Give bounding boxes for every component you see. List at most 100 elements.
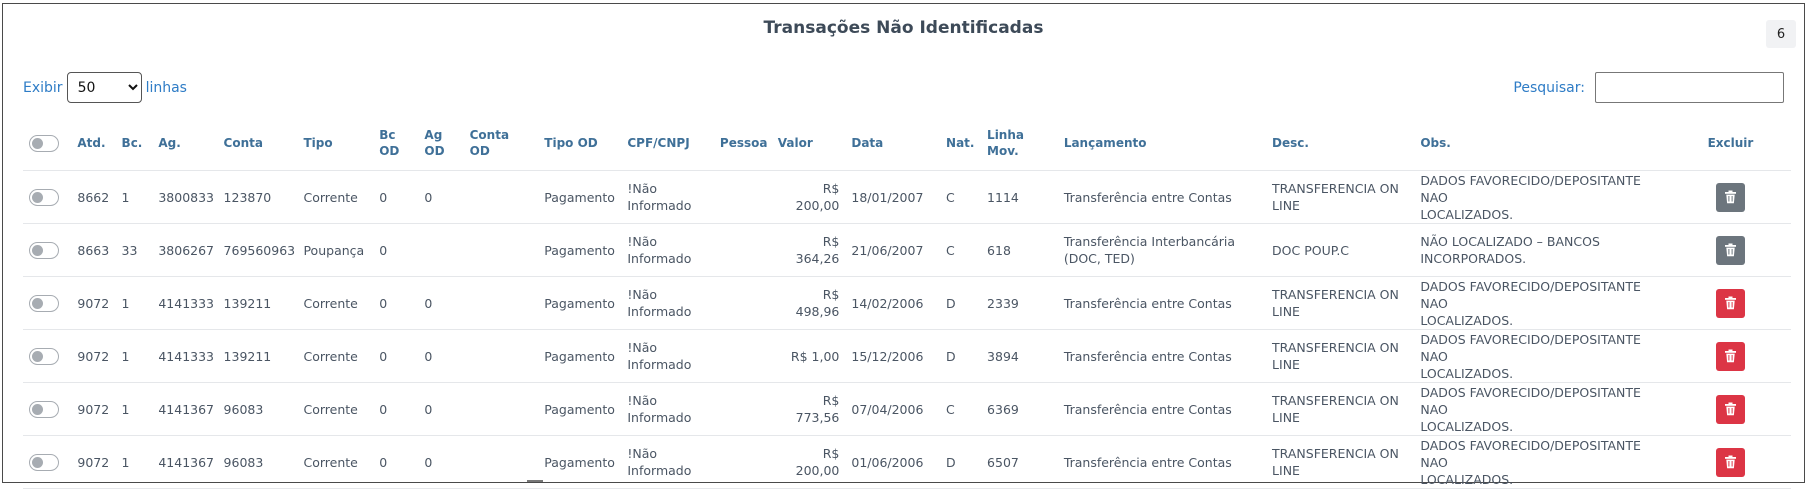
cell-lancamento: Transferência entre Contas [1057,170,1267,224]
cell-nat: D [940,329,982,383]
col-ag-od[interactable]: Ag OD [418,116,464,171]
rows-per-page-select[interactable]: 50 [66,72,142,103]
delete-button[interactable] [1715,447,1745,477]
toggle-switch-icon[interactable] [29,189,59,206]
cell-desc-line1: DOC POUP.C [1272,242,1350,258]
search-label: Pesquisar: [1513,79,1585,96]
toggle-switch-icon[interactable] [29,295,59,312]
cell-linha-mov: 2339 [981,276,1058,330]
cell-atd: 9072 [71,276,116,330]
cell-desc-line1: TRANSFERENCIA ON [1272,393,1399,408]
table-row: 8662 1 3800833 123870 Corrente 0 0 Pagamento !Nã… [23,170,1791,224]
cell-lancamento: Transferência entre Contas [1057,329,1267,383]
cell-obs-line1: NÃO LOCALIZADO – BANCOS [1420,234,1600,249]
cell-conta: 96083 [217,382,298,436]
cell-obs-line2: LOCALIZADOS. [1420,471,1514,487]
row-select-cell [23,382,72,436]
cell-nat: C [940,170,982,224]
col-tipo-od[interactable]: Tipo OD [538,116,622,171]
col-tipo[interactable]: Tipo [297,116,374,171]
cell-excluir [1669,170,1791,224]
cell-tipo-od: Pagamento [538,435,622,489]
cell-valor: R$ 364,26 [771,223,846,277]
row-select-cell [23,276,72,330]
col-bc-od[interactable]: Bc OD [373,116,419,171]
delete-button[interactable] [1715,288,1745,318]
cell-valor-line1: R$ [822,393,840,408]
delete-button[interactable] [1715,394,1745,424]
cell-valor-line1: R$ [822,446,840,461]
col-atd[interactable]: Atd. [71,116,116,171]
cell-cpf-cnpj: !Não Informado [621,329,714,383]
cell-tipo: Poupança [297,223,374,277]
cell-valor-line1: R$ [822,234,840,249]
toggle-switch-icon[interactable] [29,242,59,259]
cell-obs-line2: LOCALIZADOS. [1420,206,1514,222]
cell-bc: 1 [115,382,153,436]
cell-cpf-cnpj-line1: !Não [627,393,658,408]
col-data[interactable]: Data [845,116,941,171]
cell-desc-line1: TRANSFERENCIA ON [1272,287,1399,302]
cell-ag-od: 0 [418,435,464,489]
cell-valor-line2: 200,00 [795,198,840,213]
delete-button[interactable] [1715,341,1745,371]
col-bc[interactable]: Bc. [115,116,153,171]
cell-nat: C [940,382,982,436]
col-obs[interactable]: Obs. [1414,116,1670,171]
cell-data: 15/12/2006 [845,329,941,383]
search-input[interactable] [1595,72,1784,103]
cell-lancamento-line1: Transferência entre Contas [1063,189,1232,205]
cell-cpf-cnpj-line2: Informado [627,463,692,478]
cell-lancamento-line1: Transferência entre Contas [1063,454,1232,470]
cell-desc: DOC POUP.C [1266,223,1415,277]
col-lancamento[interactable]: Lançamento [1057,116,1267,171]
col-bc-od-line1: Bc [379,128,396,142]
cell-obs-line1: DADOS FAVORECIDO/DEPOSITANTE NAO [1420,437,1641,470]
cell-bc-od: 0 [373,382,419,436]
col-ag-od-line2: OD [424,144,445,158]
cell-lancamento: Transferência entre Contas [1057,435,1267,489]
cell-valor-line2: 498,96 [795,304,840,319]
cell-cpf-cnpj: !Não Informado [621,382,714,436]
col-cpf-cnpj[interactable]: CPF/CNPJ [621,116,714,171]
cell-valor-line1: R$ [822,287,840,302]
toggle-switch-icon[interactable] [29,134,59,152]
cell-linha-mov: 3894 [981,329,1058,383]
cell-linha-mov: 618 [981,223,1058,277]
toggle-switch-icon[interactable] [29,348,59,365]
cell-linha-mov: 6369 [981,382,1058,436]
cell-tipo: Corrente [297,170,374,224]
col-nat[interactable]: Nat. [940,116,982,171]
col-ag-od-line1: Ag [424,128,443,142]
cell-excluir [1669,276,1791,330]
trash-icon [1724,349,1737,363]
cell-ag: 3800833 [152,170,218,224]
delete-button[interactable] [1715,182,1745,212]
col-desc[interactable]: Desc. [1266,116,1415,171]
cell-lancamento-line1: Transferência entre Contas [1063,295,1232,311]
delete-button[interactable] [1715,235,1745,265]
col-pessoa[interactable]: Pessoa [713,116,772,171]
col-conta[interactable]: Conta [217,116,298,171]
cell-nat: D [940,276,982,330]
cell-desc: TRANSFERENCIA ON LINE [1266,382,1415,436]
cell-bc-od: 0 [373,223,419,277]
toggle-switch-icon[interactable] [29,454,59,471]
col-conta-od[interactable]: Conta OD [463,116,539,171]
col-valor[interactable]: Valor [771,116,846,171]
cell-cpf-cnpj-line1: !Não [627,234,658,249]
cell-lancamento-line2: (DOC, TED) [1063,251,1135,266]
toggle-switch-icon[interactable] [29,401,59,418]
table-row: 9072 1 4141333 139211 Corrente 0 0 Pagamento !Nã… [23,276,1791,330]
cell-excluir [1669,223,1791,277]
cell-excluir [1669,329,1791,383]
col-conta-od-line2: OD [469,144,490,158]
cell-atd: 8662 [71,170,116,224]
cell-tipo: Corrente [297,329,374,383]
cell-cpf-cnpj-line1: !Não [627,287,658,302]
cell-data: 18/01/2007 [845,170,941,224]
cell-cpf-cnpj-line1: !Não [627,181,658,196]
cell-cpf-cnpj-line2: Informado [627,304,692,319]
col-ag[interactable]: Ag. [152,116,218,171]
col-linha-mov[interactable]: Linha Mov. [981,116,1058,171]
